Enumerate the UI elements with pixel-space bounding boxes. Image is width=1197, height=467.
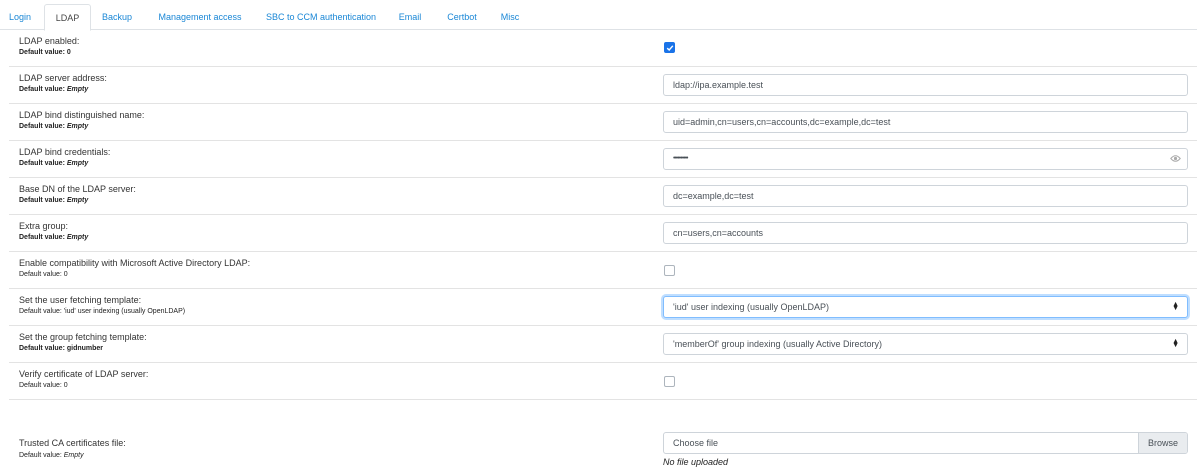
setting-row-group-fetching-template: Set the group fetching template: Default… (9, 326, 1197, 363)
setting-row-extra-group: Extra group: Default value: Empty cn=use… (9, 215, 1197, 252)
tab-email[interactable]: Email (393, 4, 427, 30)
default-value: Default value: 'iud' user indexing (usua… (19, 308, 186, 315)
setting-row-verify-certificate: Verify certificate of LDAP server: Defau… (9, 363, 1197, 400)
default-value: Default value: Empty (19, 123, 89, 130)
setting-label: LDAP bind distinguished name: (19, 110, 145, 120)
setting-row-base-dn: Base DN of the LDAP server: Default valu… (9, 178, 1197, 215)
select-arrows-icon: ▲ ▼ (1172, 301, 1179, 312)
default-value: Default value: Empty (19, 160, 89, 167)
setting-label: Set the group fetching template: (19, 332, 147, 342)
ldap-server-address-input[interactable]: ldap://ipa.example.test (663, 74, 1188, 96)
extra-group-input[interactable]: cn=users,cn=accounts (663, 222, 1188, 244)
default-value: Default value: 0 (19, 49, 71, 56)
setting-label: LDAP enabled: (19, 36, 80, 46)
tab-misc[interactable]: Misc (495, 4, 525, 30)
default-value: Default value: Empty (19, 86, 89, 93)
ldap-enabled-checkbox[interactable] (664, 42, 675, 53)
file-status: No file uploaded (663, 457, 729, 467)
settings-tabs: Login LDAP Backup Management access SBC … (0, 0, 1197, 31)
tab-login[interactable]: Login (0, 4, 40, 30)
setting-row-ldap-bind-credentials: LDAP bind credentials: Default value: Em… (9, 141, 1197, 178)
setting-row-ldap-server-address: LDAP server address: Default value: Empt… (9, 67, 1197, 104)
show-password-eye-icon[interactable] (1170, 154, 1181, 163)
ca-file-input[interactable]: Choose file Browse (663, 432, 1188, 454)
group-fetching-template-select[interactable]: 'memberOf' group indexing (usually Activ… (663, 333, 1188, 355)
ldap-bind-credentials-input[interactable]: •••••••••• (663, 148, 1188, 170)
tab-management-access[interactable]: Management access (152, 4, 248, 30)
tab-certbot[interactable]: Certbot (439, 4, 485, 30)
tab-backup[interactable]: Backup (95, 4, 139, 30)
select-arrows-icon: ▲ ▼ (1172, 338, 1179, 349)
ldap-bind-dn-input[interactable]: uid=admin,cn=users,cn=accounts,dc=exampl… (663, 111, 1188, 133)
chosen-file-text: Choose file (673, 438, 719, 448)
setting-label: LDAP bind credentials: (19, 147, 111, 157)
check-icon (666, 45, 674, 52)
tab-sbc-to-ccm-authentication[interactable]: SBC to CCM authentication (260, 4, 382, 30)
ad-compatibility-checkbox[interactable] (664, 265, 675, 276)
setting-row-ad-compatibility: Enable compatibility with Microsoft Acti… (9, 252, 1197, 289)
setting-label: Trusted CA certificates file: (19, 438, 126, 448)
setting-row-ldap-enabled: LDAP enabled: Default value: 0 (9, 30, 1197, 67)
verify-certificate-checkbox[interactable] (664, 376, 675, 387)
selected-option: 'iud' user indexing (usually OpenLDAP) (673, 302, 830, 312)
base-dn-input[interactable]: dc=example,dc=test (663, 185, 1188, 207)
password-mask: •••••••••• (673, 155, 688, 162)
setting-row-ldap-bind-dn: LDAP bind distinguished name: Default va… (9, 104, 1197, 141)
default-value: Default value: Empty (19, 452, 84, 459)
selected-option: 'memberOf' group indexing (usually Activ… (673, 339, 883, 349)
default-value: Default value: 0 (19, 271, 68, 278)
tab-ldap[interactable]: LDAP (44, 4, 91, 31)
default-value: Default value: gidnumber (19, 345, 104, 352)
setting-row-user-fetching-template: Set the user fetching template: Default … (9, 289, 1197, 326)
setting-row-trusted-ca-file: Trusted CA certificates file: Default va… (9, 430, 1197, 467)
browse-button[interactable]: Browse (1138, 433, 1187, 453)
setting-label: LDAP server address: (19, 73, 107, 83)
setting-label: Verify certificate of LDAP server: (19, 369, 149, 379)
setting-label: Enable compatibility with Microsoft Acti… (19, 258, 251, 268)
setting-label: Extra group: (19, 221, 69, 231)
setting-label: Base DN of the LDAP server: (19, 184, 136, 194)
user-fetching-template-select[interactable]: 'iud' user indexing (usually OpenLDAP) ▲… (663, 296, 1188, 318)
default-value: Default value: Empty (19, 197, 89, 204)
default-value: Default value: Empty (19, 234, 89, 241)
default-value: Default value: 0 (19, 382, 68, 389)
setting-label: Set the user fetching template: (19, 295, 142, 305)
